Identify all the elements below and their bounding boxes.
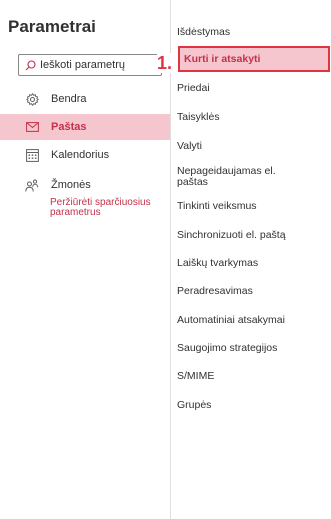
nav-item-bendra[interactable]: Bendra [0, 86, 170, 112]
nav-item-kalendorius[interactable]: Kalendorius [0, 142, 170, 168]
people-icon [25, 178, 39, 192]
gear-icon [25, 92, 39, 106]
calendar-icon [25, 148, 39, 162]
subnav-item-taisykles[interactable]: Taisyklės [177, 112, 327, 123]
subnav-item-nepageidaujamas[interactable]: Nepageidaujamas el. paštas [177, 166, 297, 188]
nav-item-label: Bendra [51, 93, 87, 105]
nav-item-label: Kalendorius [51, 149, 110, 161]
subnav-item-grupes[interactable]: Grupės [177, 400, 327, 411]
subnav-item-valyti[interactable]: Valyti [177, 141, 327, 152]
step-annotation-label: 1. [157, 53, 174, 73]
search-icon [25, 59, 36, 70]
subnav-item-isdestymas[interactable]: Išdėstymas [177, 27, 327, 38]
subnav-item-tinkinti-veiksmus[interactable]: Tinkinti veiksmus [177, 201, 327, 212]
settings-nav-pane: Parametrai Bendra Paštas [0, 0, 170, 519]
nav-item-label: Žmonės [51, 179, 91, 191]
subnav-item-label: Kurti ir atsakyti [184, 52, 261, 65]
subnav-item-kurti-ir-atsakyti[interactable]: Kurti ir atsakyti [178, 46, 330, 72]
settings-search-box[interactable] [18, 54, 162, 76]
mail-icon [25, 120, 39, 134]
subnav-item-automatiniai-atsakymai[interactable]: Automatiniai atsakymai [177, 315, 327, 326]
subnav-item-laisku-tvarkymas[interactable]: Laiškų tvarkymas [177, 258, 327, 269]
settings-title: Parametrai [8, 17, 96, 36]
subnav-item-sinchronizuoti[interactable]: Sinchronizuoti el. paštą [177, 230, 327, 241]
nav-item-zmones[interactable]: Žmonės [0, 172, 170, 198]
nav-item-pastas[interactable]: Paštas [0, 114, 170, 140]
nav-item-label: Paštas [51, 121, 87, 133]
subnav-item-peradresavimas[interactable]: Peradresavimas [177, 286, 327, 297]
subnav-item-smime[interactable]: S/MIME [177, 371, 327, 382]
settings-search-input[interactable] [40, 59, 160, 71]
quick-settings-link[interactable]: Peržiūrėti sparčiuosius parametrus [50, 198, 160, 218]
subnav-item-priedai[interactable]: Priedai [177, 83, 327, 94]
subnav-item-saugojimo-strategijos[interactable]: Saugojimo strategijos [177, 343, 327, 354]
